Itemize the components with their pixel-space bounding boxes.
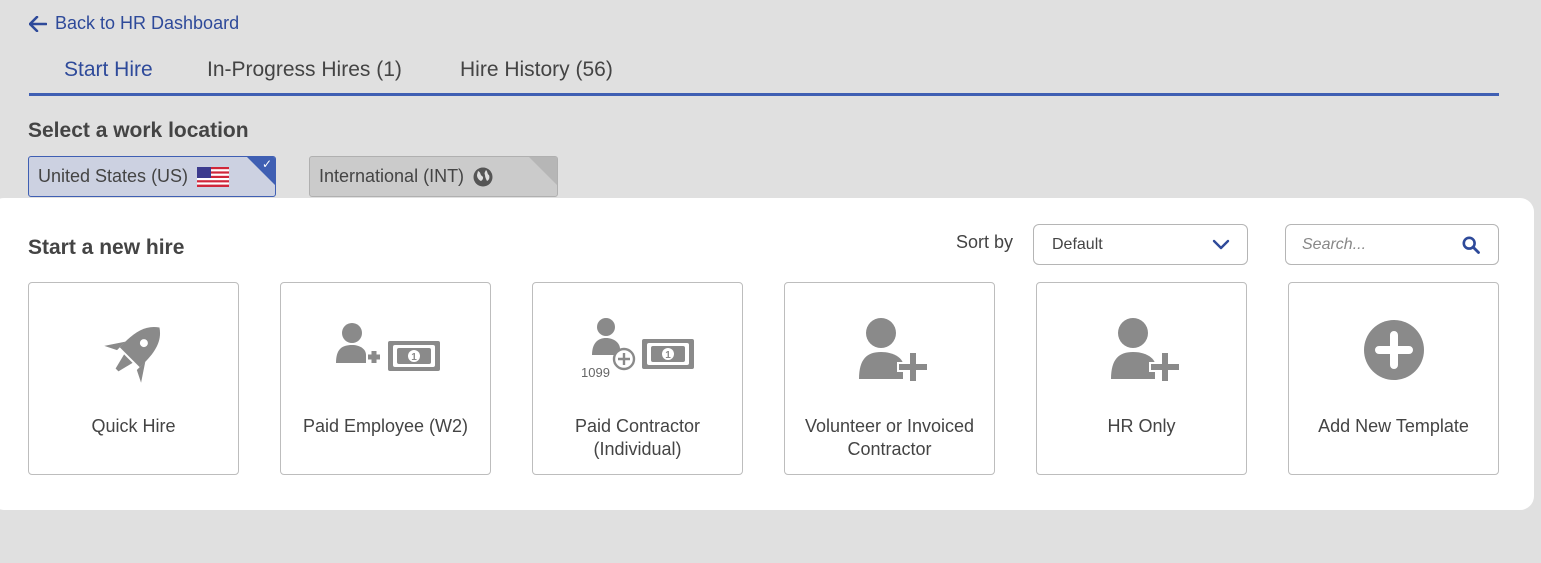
work-location-title: Select a work location	[28, 119, 249, 142]
card-label: Add New Template	[1318, 416, 1469, 436]
location-us-label: United States (US)	[38, 166, 189, 186]
add-user-1099-money-icon: 1 1099	[581, 318, 694, 380]
sort-select-value: Default	[1052, 235, 1103, 253]
tab-start-hire[interactable]: Start Hire	[64, 58, 153, 82]
card-paid-employee-w2[interactable]: 1 Paid Employee (W2)	[280, 282, 491, 475]
card-label: Paid Employee (W2)	[302, 416, 469, 436]
search-input[interactable]	[1302, 234, 1452, 256]
check-icon: ✓	[261, 157, 272, 171]
back-to-dashboard-link[interactable]: Back to HR Dashboard	[29, 13, 239, 34]
add-user-icon	[858, 318, 929, 383]
card-hr-only[interactable]: HR Only	[1036, 282, 1247, 475]
unselected-corner	[529, 157, 557, 185]
tab-in-progress-hires[interactable]: In-Progress Hires (1)	[207, 58, 402, 82]
card-label: Volunteer or Invoiced Contractor	[804, 416, 975, 459]
globe-icon	[473, 167, 493, 186]
tab-hire-history[interactable]: Hire History (56)	[460, 58, 613, 82]
search-box	[1285, 224, 1499, 265]
start-new-hire-panel: Start a new hire Sort by Default Search.…	[0, 198, 1534, 510]
add-user-money-icon: 1	[335, 323, 440, 371]
add-user-icon	[1110, 318, 1181, 383]
arrow-left-icon	[29, 15, 47, 32]
card-add-new-template[interactable]: Add New Template	[1288, 282, 1499, 475]
card-label: Quick Hire	[91, 416, 176, 436]
rocket-icon	[103, 326, 160, 383]
card-volunteer-contractor[interactable]: Volunteer or Invoiced Contractor	[784, 282, 995, 475]
start-new-hire-title: Start a new hire	[28, 236, 185, 259]
location-option-int[interactable]: International (INT)	[309, 156, 558, 197]
chevron-down-icon	[1212, 239, 1230, 250]
svg-text:1: 1	[665, 350, 671, 361]
card-quick-hire[interactable]: Quick Hire	[28, 282, 239, 475]
card-label: HR Only	[1107, 416, 1176, 436]
location-option-us[interactable]: United States (US) ✓	[28, 156, 276, 197]
hire-tabs: Start Hire In-Progress Hires (1) Hire Hi…	[29, 58, 1499, 96]
sort-select[interactable]: Default	[1033, 224, 1248, 265]
us-flag-icon	[197, 166, 230, 187]
badge-1099: 1099	[581, 365, 610, 380]
location-int-label: International (INT)	[319, 166, 465, 186]
svg-text:1: 1	[411, 352, 417, 363]
card-paid-contractor[interactable]: 1 1099 Paid Contractor (Individual)	[532, 282, 743, 475]
sort-by-label: Sort by	[956, 232, 1014, 252]
card-label: Paid Contractor (Individual)	[574, 416, 701, 459]
back-link-label: Back to HR Dashboard	[55, 13, 240, 33]
plus-circle-icon	[1363, 320, 1424, 380]
search-icon[interactable]	[1462, 236, 1480, 254]
